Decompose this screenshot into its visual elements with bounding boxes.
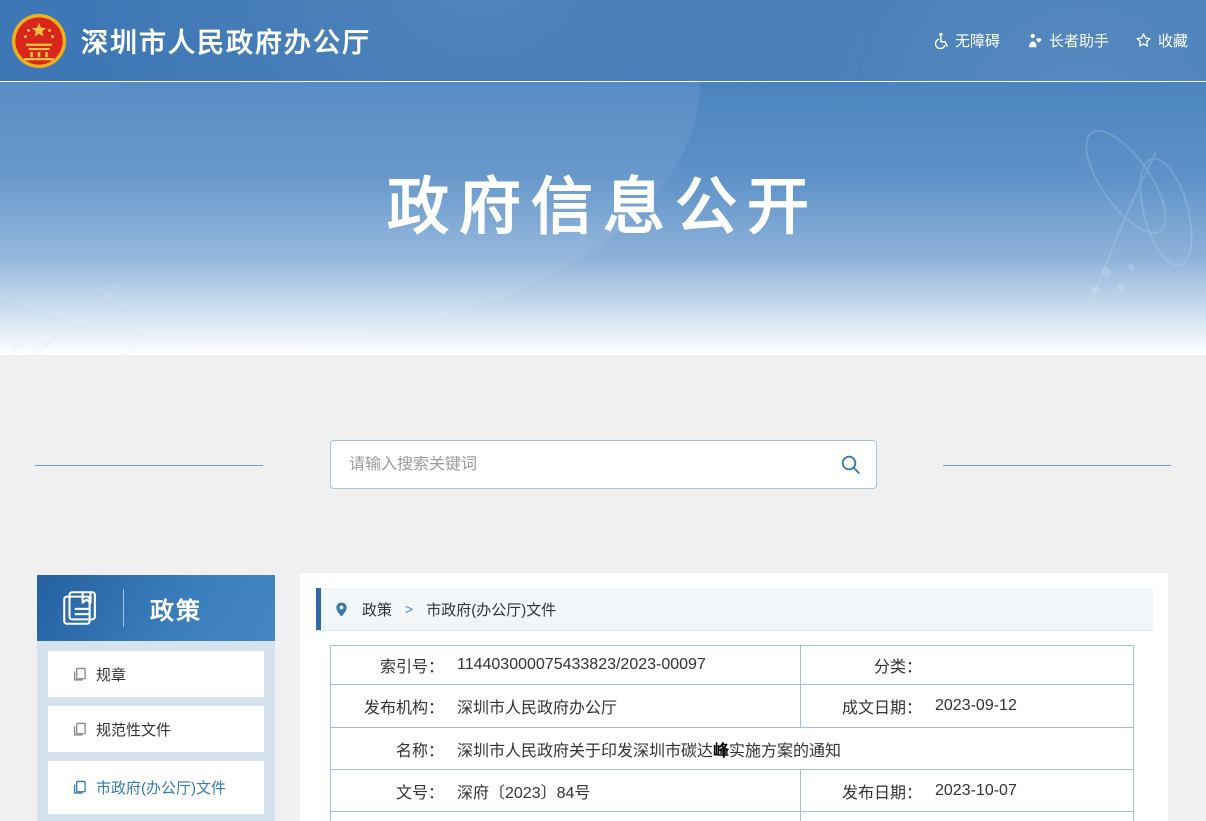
index-number-value: 114403000075433823/2023-00097 bbox=[457, 656, 706, 674]
publish-date-value: 2023-10-07 bbox=[935, 782, 1017, 800]
accessibility-icon bbox=[932, 32, 949, 49]
sidebar-item-normative-documents[interactable]: 规范性文件 bbox=[48, 706, 264, 752]
top-header-bar: 深圳市人民政府办公厅 无障碍 长者助手 bbox=[0, 0, 1206, 81]
index-number-cell: 索引号： 114403000075433823/2023-00097 bbox=[331, 646, 801, 685]
table-row: 文号： 深府〔2023〕84号 发布日期： 2023-10-07 bbox=[331, 770, 1134, 812]
written-date-cell: 成文日期： 2023-09-12 bbox=[801, 685, 1134, 728]
document-icon bbox=[72, 722, 87, 737]
main-content-panel: 政策 > 市政府(办公厅)文件 索引号： 114403000075433823/… bbox=[300, 573, 1168, 821]
favorite-link[interactable]: 收藏 bbox=[1135, 30, 1188, 51]
search-button[interactable] bbox=[824, 441, 876, 488]
breadcrumb-accent-bar bbox=[316, 588, 321, 630]
accessibility-link[interactable]: 无障碍 bbox=[932, 30, 1000, 51]
star-icon bbox=[1135, 32, 1152, 49]
page-banner: 政府信息公开 bbox=[0, 81, 1206, 355]
breadcrumb-separator: > bbox=[405, 601, 413, 617]
sidebar-item-label: 市政府(办公厅)文件 bbox=[96, 777, 226, 798]
policy-sidebar: 政策 规章 规范性文件 bbox=[37, 575, 275, 821]
issuing-agency-cell: 发布机构： 深圳市人民政府办公厅 bbox=[331, 685, 801, 728]
elder-assist-link[interactable]: 长者助手 bbox=[1026, 30, 1109, 51]
empty-cell bbox=[331, 812, 801, 821]
document-name-label: 名称： bbox=[331, 737, 444, 761]
decor-line-left bbox=[35, 465, 263, 466]
sidebar-header-divider bbox=[123, 589, 124, 627]
breadcrumb-item-policy[interactable]: 政策 bbox=[362, 599, 392, 620]
decor-line-right bbox=[943, 465, 1171, 466]
table-row-partial bbox=[331, 812, 1134, 821]
sidebar-item-regulations[interactable]: 规章 bbox=[48, 651, 264, 697]
document-icon bbox=[72, 780, 87, 795]
index-number-label: 索引号： bbox=[331, 653, 444, 677]
document-info-table: 索引号： 114403000075433823/2023-00097 分类： 发… bbox=[330, 645, 1134, 821]
topbar-links: 无障碍 长者助手 收藏 bbox=[932, 30, 1188, 51]
document-name-cell: 名称： 深圳市人民政府关于印发深圳市碳达峰实施方案的通知 bbox=[331, 728, 1134, 770]
breadcrumb: 政策 > 市政府(办公厅)文件 bbox=[316, 588, 1153, 631]
document-name-value: 深圳市人民政府关于印发深圳市碳达峰实施方案的通知 bbox=[457, 737, 841, 761]
sidebar-list: 规章 规范性文件 市政府(办公厅)文件 bbox=[37, 641, 275, 814]
elder-assist-icon bbox=[1026, 32, 1043, 49]
site-title: 深圳市人民政府办公厅 bbox=[81, 21, 371, 60]
written-date-value: 2023-09-12 bbox=[935, 697, 1017, 715]
table-row: 索引号： 114403000075433823/2023-00097 分类： bbox=[331, 646, 1134, 685]
written-date-label: 成文日期： bbox=[801, 694, 922, 718]
banner-title: 政府信息公开 bbox=[0, 156, 1206, 246]
table-row: 发布机构： 深圳市人民政府办公厅 成文日期： 2023-09-12 bbox=[331, 685, 1134, 728]
favorite-label: 收藏 bbox=[1158, 30, 1188, 51]
document-number-value: 深府〔2023〕84号 bbox=[457, 779, 590, 803]
sidebar-item-municipal-gov-documents[interactable]: 市政府(办公厅)文件 bbox=[48, 761, 264, 814]
search-input[interactable] bbox=[331, 456, 824, 474]
search-box bbox=[330, 440, 877, 489]
category-cell: 分类： bbox=[801, 646, 1134, 685]
document-icon bbox=[72, 667, 87, 682]
accessibility-label: 无障碍 bbox=[955, 30, 1000, 51]
publish-date-cell: 发布日期： 2023-10-07 bbox=[801, 770, 1134, 812]
sidebar-item-label: 规章 bbox=[96, 664, 126, 685]
book-icon bbox=[59, 587, 101, 629]
sidebar-title: 政策 bbox=[150, 591, 202, 626]
breadcrumb-item-current: 市政府(办公厅)文件 bbox=[426, 599, 556, 620]
issuing-agency-label: 发布机构： bbox=[331, 694, 444, 718]
issuing-agency-value: 深圳市人民政府办公厅 bbox=[457, 694, 617, 718]
elder-assist-label: 长者助手 bbox=[1049, 30, 1109, 51]
document-number-label: 文号： bbox=[331, 779, 444, 803]
sidebar-header: 政策 bbox=[37, 575, 275, 641]
sidebar-item-label: 规范性文件 bbox=[96, 719, 171, 740]
document-number-cell: 文号： 深府〔2023〕84号 bbox=[331, 770, 801, 812]
search-icon bbox=[840, 454, 861, 475]
national-emblem-logo bbox=[11, 13, 67, 69]
search-highlight: 峰 bbox=[713, 743, 729, 760]
location-pin-icon bbox=[334, 601, 349, 618]
category-label: 分类： bbox=[801, 653, 922, 677]
publish-date-label: 发布日期： bbox=[801, 779, 922, 803]
empty-cell bbox=[801, 812, 1134, 821]
table-row: 名称： 深圳市人民政府关于印发深圳市碳达峰实施方案的通知 bbox=[331, 728, 1134, 770]
page: 深圳市人民政府办公厅 无障碍 长者助手 bbox=[0, 0, 1206, 821]
